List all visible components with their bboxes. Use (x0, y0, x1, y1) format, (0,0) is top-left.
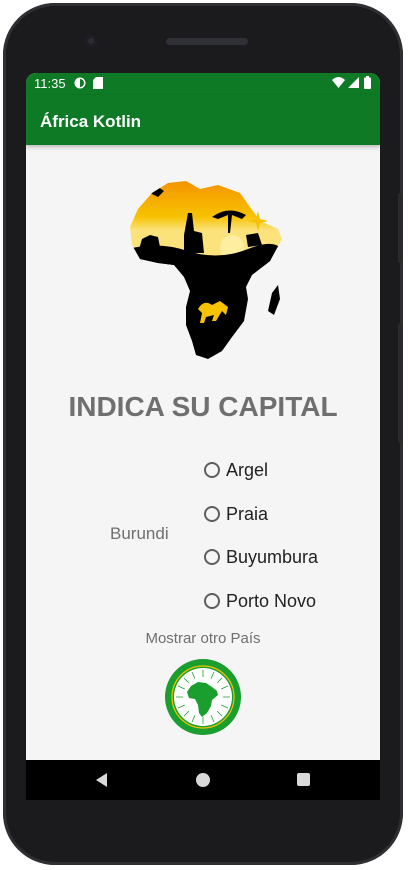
battery-icon (364, 76, 371, 89)
app-bar: África Kotlin (26, 95, 380, 145)
option-label: Porto Novo (226, 590, 317, 611)
option-label: Buyumbura (226, 546, 319, 567)
show-another-country-label: Mostrar otro País (145, 630, 261, 647)
front-camera (85, 35, 97, 47)
option-label: Praia (226, 503, 269, 524)
option-buyumbura[interactable]: Buyumbura (204, 545, 318, 569)
notification-icon (74, 77, 86, 89)
radio-icon[interactable] (204, 593, 220, 609)
status-bar: 11:35 (26, 73, 380, 95)
signal-icon (348, 77, 359, 88)
volume-button (398, 193, 403, 263)
africa-wildlife-map (130, 181, 282, 359)
radio-icon[interactable] (204, 506, 220, 522)
earpiece-speaker (166, 38, 248, 45)
african-union-emblem-button[interactable] (164, 658, 242, 736)
option-porto-novo[interactable]: Porto Novo (204, 589, 316, 613)
app-title: África Kotlin (40, 112, 142, 131)
recents-icon[interactable] (297, 773, 310, 786)
back-icon[interactable] (96, 773, 107, 787)
app-screen: 11:35 África Kotlin INDICA SU CAPITAL Bu… (26, 73, 380, 760)
radio-icon[interactable] (204, 462, 220, 478)
option-label: Argel (226, 459, 269, 480)
country-name: Burundi (110, 524, 169, 543)
power-button (398, 323, 403, 443)
option-praia[interactable]: Praia (204, 502, 268, 526)
system-navigation-bar (26, 760, 380, 800)
home-icon[interactable] (196, 773, 210, 787)
option-argel[interactable]: Argel (204, 458, 268, 482)
status-time: 11:35 (34, 76, 66, 91)
quiz-heading: INDICA SU CAPITAL (68, 391, 338, 422)
radio-icon[interactable] (204, 549, 220, 565)
wifi-icon (332, 77, 345, 88)
sd-card-icon (93, 77, 103, 89)
